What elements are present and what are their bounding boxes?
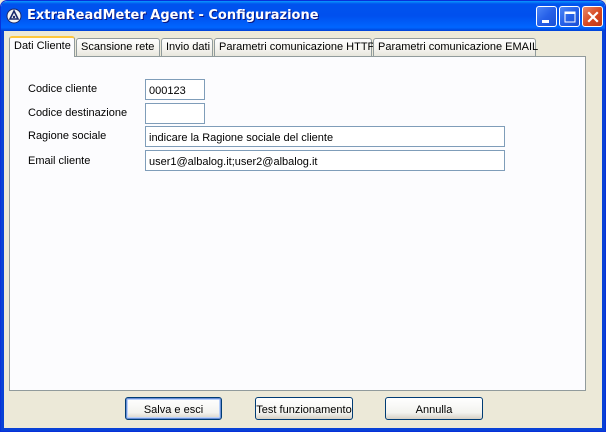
tab-parametri-http[interactable]: Parametri comunicazione HTTP <box>214 38 375 56</box>
minimize-button[interactable] <box>536 6 557 27</box>
tab-parametri-email[interactable]: Parametri comunicazione EMAIL <box>373 38 538 56</box>
tab-invio-dati[interactable]: Invio dati <box>161 38 213 56</box>
email-cliente-input[interactable] <box>145 150 505 171</box>
label-codice-destinazione: Codice destinazione <box>28 107 128 119</box>
tab-dati-cliente[interactable]: Dati Cliente <box>9 36 75 57</box>
test-button[interactable]: Test funzionamento <box>255 397 353 420</box>
window-frame-bottom <box>1 428 605 431</box>
window-frame-left <box>1 31 4 431</box>
codice-destinazione-input[interactable] <box>145 103 205 124</box>
save-button[interactable]: Salva e esci <box>125 397 222 420</box>
title-bar[interactable]: ExtraReadMeter Agent - Configurazione <box>1 1 605 31</box>
app-icon[interactable] <box>6 8 22 24</box>
maximize-icon <box>564 11 576 23</box>
window-frame-right <box>602 31 605 431</box>
label-ragione-sociale: Ragione sociale <box>28 130 107 142</box>
label-codice-cliente: Codice cliente <box>28 83 98 95</box>
cancel-button[interactable]: Annulla <box>385 397 483 420</box>
config-window: ExtraReadMeter Agent - Configurazione Da… <box>0 0 606 432</box>
ragione-sociale-input[interactable] <box>145 126 505 147</box>
minimize-icon <box>542 20 549 23</box>
tab-panel-dati-cliente: Codice cliente Codice destinazione Ragio… <box>9 56 586 391</box>
close-icon <box>587 11 599 23</box>
window-title: ExtraReadMeter Agent - Configurazione <box>27 8 319 23</box>
label-email-cliente: Email cliente <box>28 155 91 167</box>
tab-scansione-rete[interactable]: Scansione rete <box>76 38 160 56</box>
close-button[interactable] <box>582 6 603 27</box>
codice-cliente-input[interactable] <box>145 79 205 100</box>
maximize-button[interactable] <box>559 6 580 27</box>
